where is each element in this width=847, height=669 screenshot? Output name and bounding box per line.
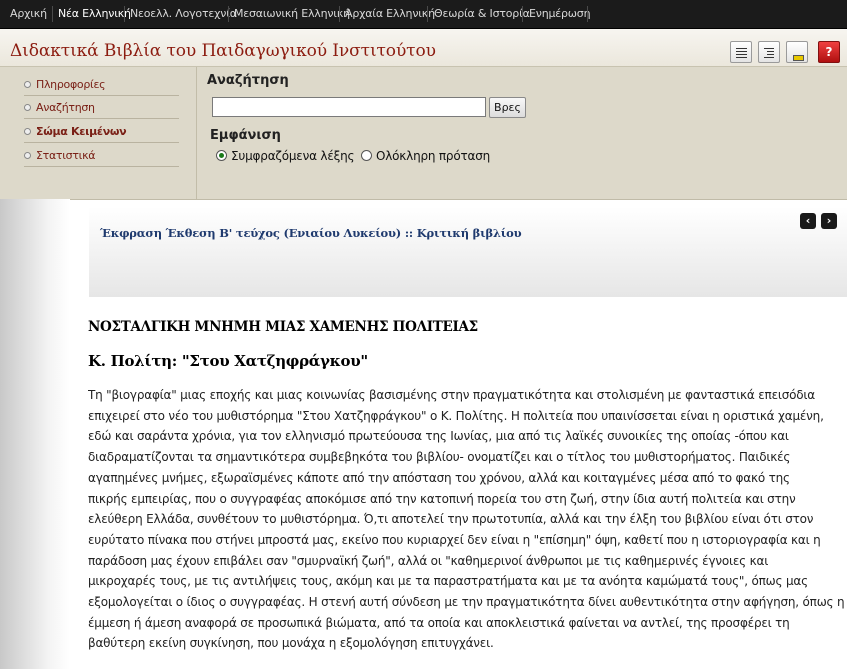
sidebar-item-label: Σώμα Κειμένων: [36, 125, 127, 138]
circle-bullet-icon: [24, 104, 31, 111]
breadcrumb-bar: [89, 207, 847, 297]
breadcrumb: Έκφραση Έκθεση Β' τεύχος (Ενιαίου Λυκείο…: [100, 226, 522, 240]
search-input[interactable]: [212, 97, 486, 117]
radio-label-full-sentence[interactable]: Ολόκληρη πρόταση: [376, 149, 490, 163]
article-line: αγαπημένες μνήμες, εξωραϊσμένες κάποτε α…: [88, 470, 790, 485]
radio-word-context[interactable]: [216, 150, 227, 161]
nav-item-modern-greek[interactable]: Νέα Ελληνική: [58, 7, 131, 20]
article-line: μικροχαρές τους, με τις αντιλήψεις τους,…: [88, 574, 808, 589]
circle-bullet-icon: [24, 152, 31, 159]
minimize-icon[interactable]: [786, 41, 808, 63]
nav-item-theory-history[interactable]: Θεωρία & Ιστορία: [434, 7, 530, 20]
nav-separator: [522, 6, 523, 22]
article-line: έμμεση ή άμεση αναφορά σε προσωπικά βιώμ…: [88, 615, 790, 630]
circle-bullet-icon: [24, 128, 31, 135]
radio-label-word-context[interactable]: Συμφραζόμενα λέξης: [231, 149, 355, 163]
breadcrumb-book[interactable]: Έκφραση Έκθεση Β' τεύχος (Ενιαίου Λυκείο…: [100, 226, 401, 240]
prev-arrow-icon[interactable]: ‹: [800, 213, 816, 229]
nav-separator: [427, 6, 428, 22]
article-heading: ΝΟΣΤΑΛΓΙΚΗ ΜΝΗΜΗ ΜΙΑΣ ΧΑΜΕΝΗΣ ΠΟΛΙΤΕΙΑΣ: [88, 319, 478, 335]
nav-item-modern-literature[interactable]: Νεοελλ. Λογοτεχνία: [130, 7, 237, 20]
top-navigation: Αρχική Νέα Ελληνική Νεοελλ. Λογοτεχνία Μ…: [0, 0, 847, 29]
nav-separator: [587, 6, 588, 22]
sidebar-item-info[interactable]: Πληροφορίες: [24, 78, 179, 96]
article-line: εδώ και σαράντα χρόνια, για τον ελληνισμ…: [88, 429, 789, 444]
radio-full-sentence[interactable]: [361, 150, 372, 161]
nav-item-ancient-greek[interactable]: Αρχαία Ελληνική: [345, 7, 435, 20]
article-line: Τη "βιογραφία" μιας εποχής και μιας κοιν…: [88, 388, 815, 402]
nav-separator: [52, 6, 53, 22]
article-line: ελεύθερη Ελλάδα, συνθέτουν το μυθιστόρημ…: [88, 512, 814, 527]
article-line: παράδοση μας έχουν επιβάλει σαν "σμυρναϊ…: [88, 553, 769, 568]
sidebar-item-label: Στατιστικά: [36, 149, 96, 162]
next-arrow-icon[interactable]: ›: [821, 213, 837, 229]
layout-outline-icon[interactable]: [758, 41, 780, 63]
search-button[interactable]: Βρες: [489, 97, 526, 118]
nav-separator: [124, 6, 125, 22]
search-panel: Πληροφορίες Αναζήτηση Σώμα Κειμένων Στατ…: [0, 66, 847, 200]
breadcrumb-separator: ::: [404, 226, 413, 240]
article-line: εξομολογείται ο ίδιος ο συγγραφέας. Η στ…: [88, 595, 845, 610]
sidebar-item-label: Πληροφορίες: [36, 78, 106, 91]
article-subheading: Κ. Πολίτη: "Στου Χατζηφράγκου": [88, 352, 368, 370]
nav-separator: [228, 6, 229, 22]
sidebar-item-corpus[interactable]: Σώμα Κειμένων: [24, 125, 179, 143]
article-line: ευρύτατο πίνακα που στήνει μπροστά μας, …: [88, 532, 821, 547]
article-line: πικρής εμπειρίας, που ο συγγραφέας αποκό…: [88, 491, 796, 506]
sidebar: Πληροφορίες Αναζήτηση Σώμα Κειμένων Στατ…: [0, 67, 197, 199]
nav-item-news[interactable]: Ενημέρωση: [529, 7, 591, 20]
nav-separator: [339, 6, 340, 22]
article-line: βαθύτερη εκείνη συγκίνηση, που μονάχα η …: [88, 636, 494, 651]
article-line: επιχειρεί στο νέο του μυθιστόρημα "Στου …: [88, 408, 824, 423]
page-shadow: [0, 199, 70, 669]
site-title: Διδακτικά Βιβλία του Παιδαγωγικού Ινστιτ…: [10, 41, 436, 61]
nav-item-medieval-greek[interactable]: Μεσαιωνική Ελληνική: [234, 7, 350, 20]
article-line: διαδραματίζονται τα σημαντικότερα συμβεβ…: [88, 450, 791, 465]
help-icon[interactable]: ?: [818, 41, 840, 63]
sidebar-item-label: Αναζήτηση: [36, 101, 95, 114]
article-body: Τη "βιογραφία" μιας εποχής και μιας κοιν…: [88, 385, 847, 654]
display-label: Εμφάνιση: [210, 128, 281, 143]
sidebar-item-search[interactable]: Αναζήτηση: [24, 101, 179, 119]
circle-bullet-icon: [24, 81, 31, 88]
sidebar-item-statistics[interactable]: Στατιστικά: [24, 149, 179, 167]
nav-item-home[interactable]: Αρχική: [10, 7, 47, 20]
layout-list-icon[interactable]: [730, 41, 752, 63]
breadcrumb-section[interactable]: Κριτική βιβλίου: [417, 226, 522, 240]
search-label: Αναζήτηση: [207, 73, 289, 88]
header: Διδακτικά Βιβλία του Παιδαγωγικού Ινστιτ…: [0, 29, 847, 66]
